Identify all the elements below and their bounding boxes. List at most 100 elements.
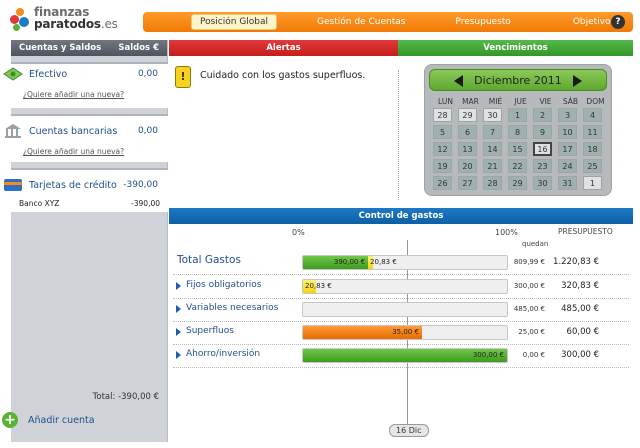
tab-posicion-global[interactable]: Posición Global xyxy=(191,14,278,30)
budget-remaining: 809,99 € xyxy=(513,258,545,266)
calendar-day[interactable]: 27 xyxy=(458,176,477,190)
calendar-day[interactable]: 25 xyxy=(583,159,602,173)
calendar-day[interactable]: 2 xyxy=(533,108,552,122)
calendar-day[interactable]: 23 xyxy=(533,159,552,173)
budget-amount: 485,00 € xyxy=(561,304,599,314)
accounts-header: Cuentas y Saldos Saldos € xyxy=(11,40,167,56)
calendar-day[interactable]: 19 xyxy=(433,159,452,173)
calendar-day[interactable]: 13 xyxy=(458,142,477,156)
calendar-day[interactable]: 1 xyxy=(583,176,602,190)
tab-objetivos[interactable]: Objetivos xyxy=(573,17,615,27)
calendar-day[interactable]: 20 xyxy=(458,159,477,173)
budget-row-label[interactable]: Variables necesarios xyxy=(186,303,278,313)
budget-row-label[interactable]: Superfluos xyxy=(186,326,234,336)
expand-arrow-icon[interactable] xyxy=(176,282,181,290)
calendar-day[interactable]: 4 xyxy=(583,108,602,122)
weekday-label: JUE xyxy=(514,97,527,106)
calendar-day[interactable]: 31 xyxy=(558,176,577,190)
due-header: Vencimientos xyxy=(398,40,633,56)
calendar-day[interactable]: 29 xyxy=(508,176,527,190)
calendar-day[interactable]: 8 xyxy=(508,125,527,139)
tab-gestion-cuentas[interactable]: Gestión de Cuentas xyxy=(317,17,405,27)
logo-mark xyxy=(10,8,32,32)
calendar-day[interactable]: 9 xyxy=(533,125,552,139)
calendar-day[interactable]: 16 xyxy=(533,142,552,156)
budget-row: Ahorro/inversión 300,00 € 0,00 € 300,00 € xyxy=(169,345,633,367)
budget-row-label[interactable]: Ahorro/inversión xyxy=(186,349,260,359)
budget-bar xyxy=(302,302,508,317)
calendar-day[interactable]: 1 xyxy=(508,108,527,122)
add-account-button[interactable]: + Añadir cuenta xyxy=(2,412,95,428)
budget-bar: 20,83 € xyxy=(302,279,508,294)
budget-row-label[interactable]: Total Gastos xyxy=(177,254,241,266)
tab-presupuesto[interactable]: Presupuesto xyxy=(455,17,510,27)
budget-row-label[interactable]: Fijos obligatorios xyxy=(186,280,261,290)
account-group-row[interactable]: Tarjetas de crédito -390,00 xyxy=(4,175,168,195)
accounts-panel: Cuentas y Saldos Saldos € Efectivo 0,00 … xyxy=(2,40,168,442)
budget-remaining: 0,00 € xyxy=(522,351,545,359)
budget-row: Fijos obligatorios 20,83 € 300,00 € 320,83 … xyxy=(169,276,633,298)
calendar-day[interactable]: 29 xyxy=(458,108,477,122)
column-quedan: quedan xyxy=(522,240,549,248)
calendar-day[interactable]: 12 xyxy=(433,142,452,156)
calendar-day[interactable]: 6 xyxy=(458,125,477,139)
account-group-name: Efectivo xyxy=(29,69,68,80)
budget-bar: 300,00 € xyxy=(302,348,508,363)
calendar-header: Diciembre 2011 xyxy=(429,69,607,91)
account-group-value: -390,00 xyxy=(123,180,158,190)
weekday-label: VIE xyxy=(539,97,552,106)
account-item-row[interactable]: Banco XYZ -390,00 xyxy=(11,197,168,211)
calendar-day[interactable]: 3 xyxy=(558,108,577,122)
accounts-header-balance: Saldos € xyxy=(118,43,159,53)
calendar-day[interactable]: 15 xyxy=(508,142,527,156)
calendar-day[interactable]: 5 xyxy=(433,125,452,139)
budget-bar-fill: 390,00 € xyxy=(303,256,369,269)
calendar-day[interactable]: 14 xyxy=(483,142,502,156)
help-icon[interactable]: ? xyxy=(611,15,625,29)
calendar-day[interactable]: 28 xyxy=(433,108,452,122)
budget-remaining: 25,00 € xyxy=(518,328,545,336)
calendar-day[interactable]: 10 xyxy=(558,125,577,139)
calendar-weekdays: LUN MAR MIÉ JUE VIE SÁB DOM xyxy=(433,97,608,106)
budget-amount: 60,00 € xyxy=(566,327,599,337)
calendar-day[interactable]: 24 xyxy=(558,159,577,173)
budget-bar-fill: 20,83 € xyxy=(368,256,397,269)
calendar-day[interactable]: 26 xyxy=(433,176,452,190)
account-group-bank: Cuentas bancarias 0,00 ¿Quiere añadir un… xyxy=(5,114,168,162)
plus-icon: + xyxy=(2,412,18,428)
row-divider xyxy=(173,367,629,368)
calendar-day[interactable]: 17 xyxy=(558,142,577,156)
add-new-link[interactable]: ¿Quiere añadir una nueva? xyxy=(23,90,124,99)
calendar-day[interactable]: 18 xyxy=(583,142,602,156)
expand-arrow-icon[interactable] xyxy=(176,328,181,336)
column-presupuesto: PRESUPUESTO xyxy=(558,227,613,236)
budget-amount: 320,83 € xyxy=(561,281,599,291)
chevron-right-icon[interactable] xyxy=(573,75,582,87)
budget-bar: 390,00 €20,83 € xyxy=(302,255,508,270)
calendar-day[interactable]: 22 xyxy=(508,159,527,173)
account-group-row[interactable]: Efectivo 0,00 xyxy=(3,64,168,84)
today-marker-label: 16 Dic xyxy=(389,424,429,437)
add-new-link[interactable]: ¿Quiere añadir una nueva? xyxy=(23,147,124,156)
account-item-value: -390,00 xyxy=(131,199,160,208)
logo[interactable]: finanzas paratodos.es xyxy=(10,6,140,34)
calendar-day[interactable]: 28 xyxy=(483,176,502,190)
account-group-efectivo: Efectivo 0,00 ¿Quiere añadir una nueva? xyxy=(3,62,168,108)
calendar-day[interactable]: 30 xyxy=(483,108,502,122)
calendar-day[interactable]: 30 xyxy=(533,176,552,190)
weekday-label: MIÉ xyxy=(488,97,503,106)
budget-remaining: 300,00 € xyxy=(513,282,545,290)
budget-amount: 1.220,83 € xyxy=(553,257,599,267)
accounts-header-label: Cuentas y Saldos xyxy=(19,43,102,53)
account-group-cards: Tarjetas de crédito -390,00 Banco XYZ -3… xyxy=(4,168,168,212)
expand-arrow-icon[interactable] xyxy=(176,305,181,313)
calendar-day[interactable]: 7 xyxy=(483,125,502,139)
row-divider xyxy=(173,274,629,275)
calendar-day[interactable]: 11 xyxy=(583,125,602,139)
account-group-name: Cuentas bancarias xyxy=(29,126,118,137)
scale-start-label: 0% xyxy=(292,228,305,237)
account-group-name: Tarjetas de crédito xyxy=(29,180,117,191)
calendar-day[interactable]: 21 xyxy=(483,159,502,173)
account-group-row[interactable]: Cuentas bancarias 0,00 xyxy=(5,121,168,141)
expand-arrow-icon[interactable] xyxy=(176,351,181,359)
